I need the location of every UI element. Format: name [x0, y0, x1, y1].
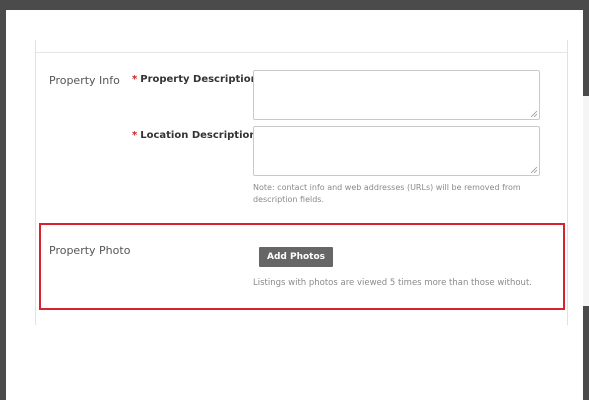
scrollbar-track[interactable]	[583, 96, 589, 306]
location-description-label-text: Location Description	[140, 130, 257, 141]
required-asterisk: *	[132, 74, 138, 85]
resize-grip-icon[interactable]	[531, 167, 537, 173]
section-divider	[36, 52, 567, 53]
description-note: Note: contact info and web addresses (UR…	[253, 183, 521, 204]
add-photos-button[interactable]: Add Photos	[259, 247, 333, 267]
required-asterisk: *	[132, 130, 138, 141]
location-description-label: * Location Description	[132, 130, 257, 141]
resize-grip-icon[interactable]	[531, 111, 537, 117]
location-description-textarea[interactable]	[253, 126, 540, 176]
property-description-textarea[interactable]	[253, 70, 540, 120]
form-left-border	[35, 40, 36, 325]
property-description-label: * Property Description	[132, 74, 258, 85]
photo-hint-text: Listings with photos are viewed 5 times …	[253, 278, 532, 288]
property-photo-section-label: Property Photo	[49, 244, 131, 257]
property-info-section-label: Property Info	[49, 74, 120, 87]
property-description-label-text: Property Description	[140, 74, 258, 85]
form-right-border	[567, 40, 568, 325]
